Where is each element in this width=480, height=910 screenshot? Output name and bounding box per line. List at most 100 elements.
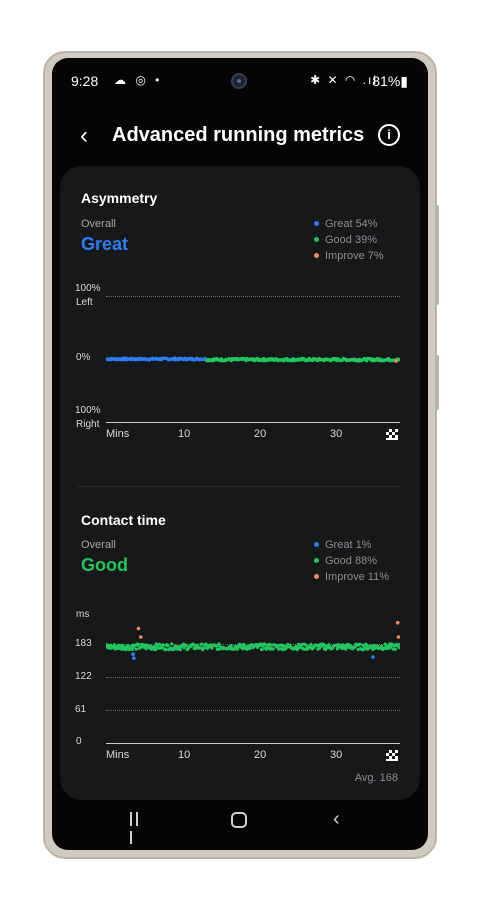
x-tick-10: 10 — [178, 428, 191, 440]
data-point-good — [210, 646, 214, 650]
info-icon[interactable]: i — [378, 124, 400, 146]
contact-time-plot — [106, 620, 400, 660]
legend-dot — [314, 252, 319, 258]
data-point-good — [248, 646, 252, 651]
legend-item-improve: Improve 7% — [314, 250, 384, 266]
legend-item-good: Good 88% — [314, 555, 389, 571]
data-point-good — [178, 647, 182, 652]
y-unit-label: ms — [76, 609, 90, 620]
legend-dot — [314, 557, 319, 563]
data-point-improve — [139, 635, 143, 639]
average-value: Avg. 168 — [354, 772, 398, 784]
y-tick-183: 183 — [75, 638, 92, 649]
y-tick-0: 0 — [76, 736, 82, 747]
status-time: 9:28 — [71, 73, 99, 89]
x-axis — [106, 422, 400, 423]
section-divider — [78, 486, 400, 487]
app-header: ‹ Advanced running metrics i — [58, 118, 422, 158]
legend-dot — [314, 541, 319, 547]
asymmetry-rating: Great — [81, 234, 129, 254]
legend-item-improve: Improve 11% — [314, 571, 389, 587]
y-label-top: 100% — [75, 283, 101, 294]
data-point-good — [358, 642, 362, 646]
metrics-card: Asymmetry Overall Great Great 54% Good 3… — [60, 166, 420, 800]
system-nav-bar: ‹ — [58, 800, 422, 844]
data-point-good — [271, 647, 275, 651]
x-axis — [106, 743, 400, 744]
data-point-good — [136, 642, 141, 646]
data-point-good — [170, 642, 174, 646]
x-tick-10: 10 — [178, 749, 191, 761]
screen: 9:28 ☁ ◎ • ✱ ✕ ◠ .ıl 81%▮ ‹ Advanced run… — [58, 64, 422, 844]
data-point-good — [217, 642, 221, 646]
contact-time-legend: Great 1% Good 88% Improve 11% — [314, 539, 389, 587]
y-tick-61: 61 — [75, 704, 87, 715]
legend-label: Improve 7% — [325, 250, 384, 262]
y-label-top-sub: Left — [76, 297, 93, 308]
data-point-improve — [394, 359, 398, 363]
y-label-bottom: 100% — [75, 405, 101, 416]
battery-indicator: 81%▮ — [372, 73, 408, 89]
data-point-great — [132, 656, 136, 660]
contact-time-overall-label: Overall — [81, 539, 116, 551]
finish-flag-icon — [386, 429, 398, 440]
x-label-mins: Mins — [106, 428, 130, 440]
data-point-great — [131, 652, 135, 656]
notification-icons: ☁ ◎ • — [114, 73, 163, 87]
data-point-good — [161, 643, 165, 647]
data-point-good — [202, 646, 206, 650]
asymmetry-title: Asymmetry — [81, 190, 158, 206]
status-bar: 9:28 ☁ ◎ • ✱ ✕ ◠ .ıl 81%▮ — [58, 64, 422, 98]
legend-label: Improve 11% — [325, 571, 389, 583]
y-tick-122: 122 — [75, 671, 92, 682]
legend-dot — [314, 236, 319, 242]
data-point-good — [164, 648, 168, 652]
data-point-good — [235, 647, 240, 651]
x-tick-30: 30 — [330, 749, 343, 761]
legend-label: Good 88% — [325, 555, 377, 567]
data-point-improve — [395, 620, 400, 625]
legend-dot — [314, 220, 319, 226]
page-title: Advanced running metrics — [112, 124, 365, 146]
legend-label: Good 39% — [325, 234, 377, 246]
data-point-good — [134, 647, 138, 651]
x-tick-30: 30 — [330, 428, 343, 440]
legend-label: Great 1% — [325, 539, 372, 551]
asymmetry-plot — [106, 356, 400, 363]
contact-time-title: Contact time — [81, 512, 166, 528]
data-point-good — [396, 642, 400, 646]
legend-item-good: Good 39% — [314, 234, 384, 250]
data-point-good — [229, 644, 233, 648]
legend-item-great: Great 1% — [314, 539, 389, 555]
recent-apps-icon[interactable] — [130, 812, 146, 844]
power-button — [435, 355, 439, 410]
data-point-improve — [136, 626, 141, 631]
x-tick-20: 20 — [254, 428, 267, 440]
back-icon[interactable]: ‹ — [80, 122, 88, 150]
legend-item-great: Great 54% — [314, 218, 384, 234]
y-label-mid: 0% — [76, 352, 91, 363]
data-point-good — [309, 642, 313, 646]
data-point-good — [200, 642, 204, 646]
contact-time-rating: Good — [81, 555, 128, 575]
x-tick-20: 20 — [254, 749, 267, 761]
home-icon[interactable] — [231, 812, 247, 828]
nav-back-icon[interactable]: ‹ — [333, 808, 340, 831]
data-point-good — [260, 647, 264, 651]
asymmetry-legend: Great 54% Good 39% Improve 7% — [314, 218, 384, 266]
front-camera — [231, 73, 247, 89]
y-label-bottom-sub: Right — [76, 419, 100, 430]
finish-flag-icon — [386, 750, 398, 761]
asymmetry-overall-label: Overall — [81, 218, 116, 230]
system-icons: ✱ ✕ ◠ .ıl — [310, 73, 378, 87]
volume-button — [435, 205, 439, 305]
data-point-improve — [396, 635, 400, 639]
legend-dot — [314, 573, 319, 579]
legend-label: Great 54% — [325, 218, 378, 230]
data-point-great — [371, 655, 375, 659]
data-point-good — [393, 647, 397, 651]
data-point-good — [383, 642, 387, 646]
x-label-mins: Mins — [106, 749, 130, 761]
data-point-good — [379, 644, 383, 648]
data-point-good — [166, 644, 170, 648]
